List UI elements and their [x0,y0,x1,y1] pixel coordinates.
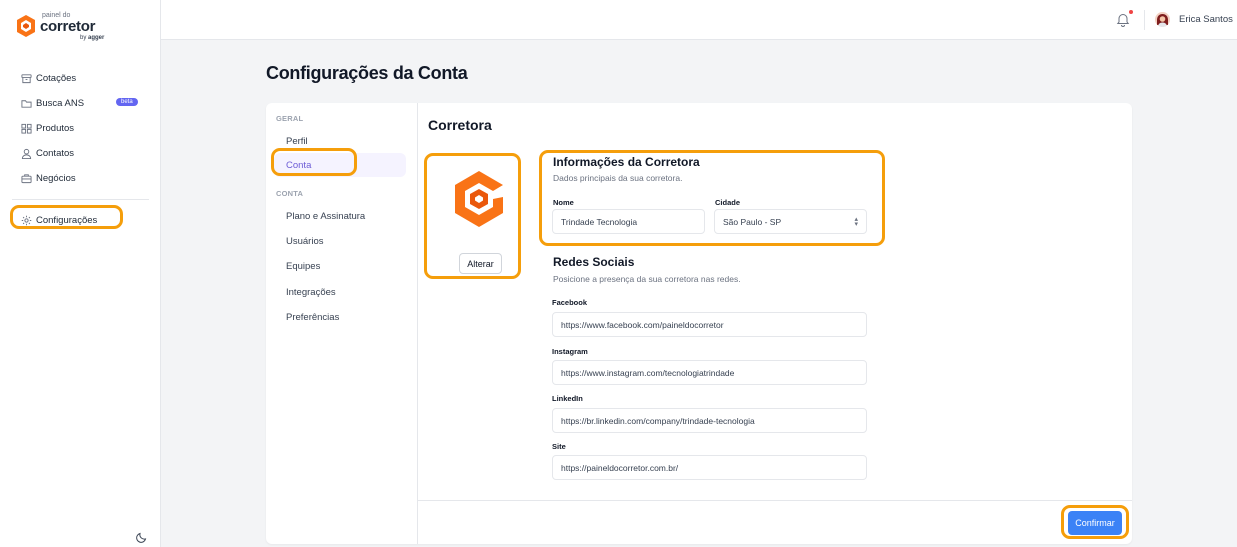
menu-group-conta: CONTA [276,189,304,198]
select-arrows-icon: ▴ ▾ [854,216,858,228]
topbar-divider [1144,10,1145,30]
menu-item-usuarios[interactable]: Usuários [274,229,406,253]
sidebar-item-label: Configurações [36,215,98,226]
logo-brand: agger [88,35,105,41]
menu-group-geral: GERAL [276,114,304,123]
cidade-select-value: São Paulo - SP [723,216,782,227]
sidebar-item-busca-ans[interactable]: Busca ANS beta [0,91,161,116]
company-logo-icon [455,171,503,227]
sidebar-item-negocios[interactable]: Negócios [0,166,161,191]
menu-item-plano[interactable]: Plano e Assinatura [274,204,406,228]
logo-icon [17,15,35,37]
sidebar-item-cotacoes[interactable]: Cotações [0,66,161,91]
page-title: Configurações da Conta [266,63,468,83]
archive-icon [21,73,32,84]
sidebar-item-configuracoes[interactable]: Configurações [0,208,161,233]
user-name[interactable]: Erica Santos [1179,14,1233,25]
avatar[interactable] [1155,12,1170,27]
sidebar-item-label: Contatos [36,148,75,159]
site-label: Site [552,442,566,451]
sidebar-item-contatos[interactable]: Contatos [0,141,161,166]
social-section-title: Redes Sociais [553,255,635,269]
nome-label: Nome [553,198,574,207]
menu-item-conta[interactable]: Conta [274,153,406,177]
folder-icon [21,98,32,109]
facebook-label: Facebook [552,298,588,307]
site-field[interactable]: https://paineldocorretor.com.br/ [552,455,867,480]
confirm-button[interactable]: Confirmar [1068,511,1122,535]
logo-by-text: by agger [80,35,104,41]
logo-by-word: by [80,35,87,41]
bell-icon[interactable] [1116,12,1130,27]
topbar: Erica Santos [161,0,1237,40]
settings-menu: GERAL Perfil Conta CONTA Plano e Assinat… [266,103,418,544]
cidade-label: Cidade [715,198,741,207]
menu-item-integracoes[interactable]: Integrações [274,280,406,304]
user-icon [21,148,32,159]
gear-icon [21,215,32,226]
instagram-label: Instagram [552,347,588,356]
sidebar-item-label: Produtos [36,123,75,134]
linkedin-label: LinkedIn [552,394,583,403]
briefcase-icon [21,173,32,184]
section-title: Corretora [428,117,492,133]
settings-card: GERAL Perfil Conta CONTA Plano e Assinat… [266,103,1132,544]
company-logo-panel: Alterar [430,155,522,277]
menu-item-preferencias[interactable]: Preferências [274,305,406,329]
nome-field[interactable]: Trindade Tecnologia [552,209,705,234]
sidebar-divider [12,199,149,200]
logo-main-text: corretor [40,18,96,35]
moon-icon[interactable] [136,531,148,543]
facebook-field[interactable]: https://www.facebook.com/paineldocorreto… [552,312,867,337]
settings-content: Corretora Alterar Informações da Correto… [418,103,1132,544]
menu-item-perfil[interactable]: Perfil [274,129,406,153]
sidebar-item-label: Negócios [36,173,76,184]
cidade-select[interactable]: São Paulo - SP ▴ ▾ [714,209,867,234]
instagram-field[interactable]: https://www.instagram.com/tecnologiatrin… [552,360,867,385]
sidebar-item-label: Cotações [36,73,77,84]
linkedin-field[interactable]: https://br.linkedin.com/company/trindade… [552,408,867,433]
info-section-desc: Dados principais da sua corretora. [553,173,683,183]
footer-divider [418,500,1132,501]
app-logo[interactable]: painel do corretor by agger [16,12,104,41]
sidebar-item-label: Busca ANS [36,98,85,109]
beta-badge: beta [116,98,138,106]
menu-item-equipes[interactable]: Equipes [274,254,406,278]
info-section-title: Informações da Corretora [553,155,700,169]
sidebar: painel do corretor by agger Cotações Bus… [0,0,161,547]
sidebar-nav: Cotações Busca ANS beta Produtos Contato… [0,66,161,233]
grid-icon [21,123,32,134]
social-section-desc: Posicione a presença da sua corretora na… [553,274,741,284]
sidebar-item-produtos[interactable]: Produtos [0,116,161,141]
alterar-logo-button[interactable]: Alterar [459,253,502,274]
notification-dot [1129,10,1133,14]
